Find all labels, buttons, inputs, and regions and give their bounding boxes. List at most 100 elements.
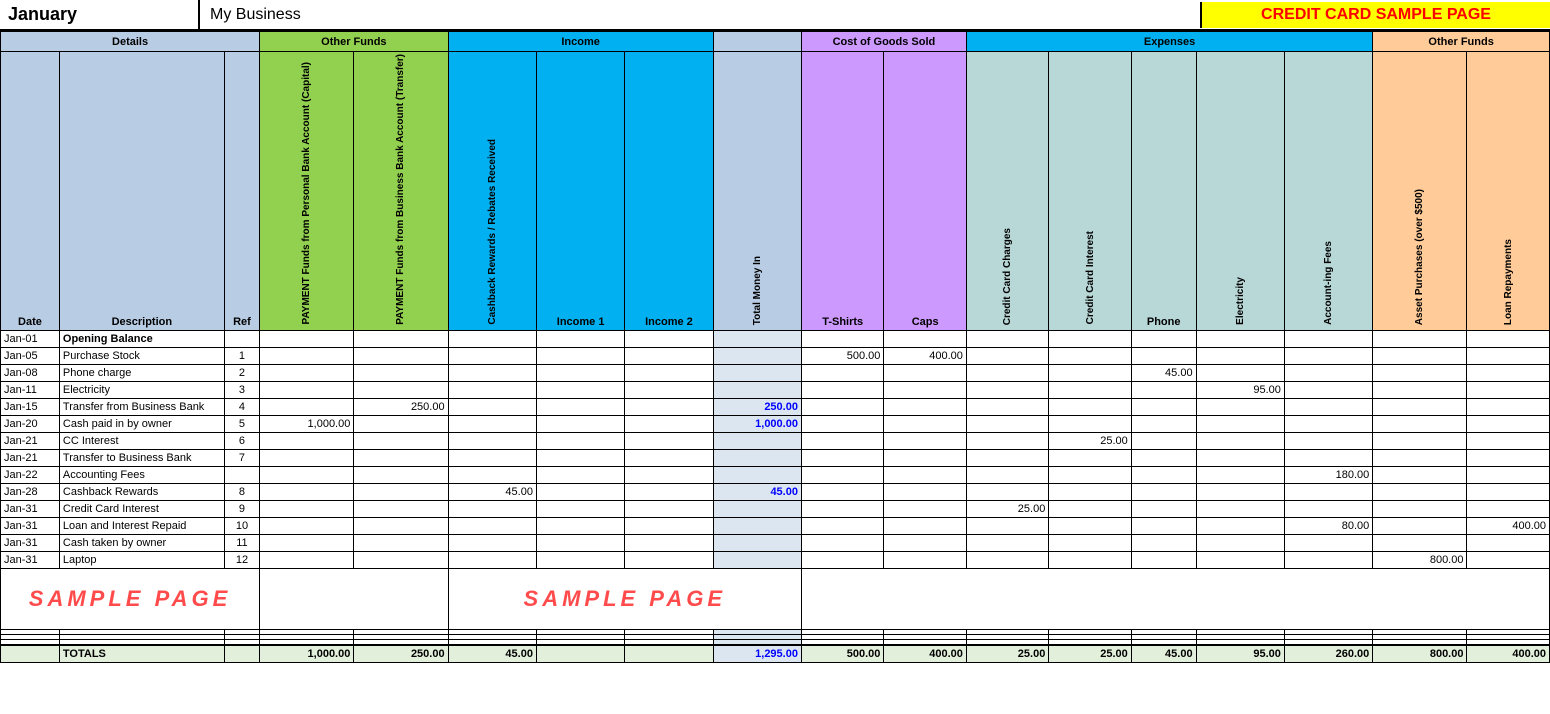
- col-header-accounting: Account-ing Fees: [1284, 52, 1372, 331]
- col-header-cc-interest: Credit Card Interest: [1049, 52, 1131, 331]
- cell-total-money: [713, 364, 801, 381]
- cell-pay-personal: [260, 364, 354, 381]
- cell-electricity: [1196, 534, 1284, 551]
- cell-date: Jan-08: [1, 364, 60, 381]
- cell-ref: 5: [224, 415, 259, 432]
- cell-inc1: [536, 330, 624, 347]
- table-row: Jan-22Accounting Fees180.00: [1, 466, 1550, 483]
- month-label: January: [0, 0, 200, 29]
- cell-cc-charges: [966, 449, 1048, 466]
- totals-cell-13: 45.00: [1131, 645, 1196, 663]
- cell-cc-interest: [1049, 449, 1131, 466]
- cell-electricity: [1196, 398, 1284, 415]
- cell-asset: [1373, 381, 1467, 398]
- cell-cc-charges: [966, 381, 1048, 398]
- cell-cashback: 45.00: [448, 483, 536, 500]
- sample-watermark-center: SAMPLE PAGE: [452, 571, 798, 627]
- cell-pay-business: [354, 466, 448, 483]
- cell-accounting: [1284, 432, 1372, 449]
- cell-ref: 11: [224, 534, 259, 551]
- cell-accounting: [1284, 500, 1372, 517]
- cell-inc2: [625, 398, 713, 415]
- cell-caps: [884, 466, 966, 483]
- cell-ref: [224, 466, 259, 483]
- cell-cc-interest: [1049, 364, 1131, 381]
- cell-cashback: [448, 517, 536, 534]
- cell-inc1: [536, 466, 624, 483]
- cell-tshirts: [801, 449, 883, 466]
- cell-date: Jan-05: [1, 347, 60, 364]
- cell-asset: [1373, 415, 1467, 432]
- cell-tshirts: 500.00: [801, 347, 883, 364]
- cell-ref: 12: [224, 551, 259, 568]
- cell-accounting: [1284, 415, 1372, 432]
- section-details: Details: [1, 32, 260, 52]
- cell-caps: [884, 364, 966, 381]
- cell-accounting: 80.00: [1284, 517, 1372, 534]
- cell-cc-interest: [1049, 517, 1131, 534]
- cell-total-money: [713, 517, 801, 534]
- section-income: Income: [448, 32, 713, 52]
- cell-date: Jan-31: [1, 500, 60, 517]
- section-other-funds: Other Funds: [260, 32, 448, 52]
- cell-pay-business: [354, 415, 448, 432]
- cell-inc2: [625, 330, 713, 347]
- cell-ref: 4: [224, 398, 259, 415]
- cell-inc1: [536, 483, 624, 500]
- cell-pay-personal: [260, 500, 354, 517]
- cell-pay-business: [354, 517, 448, 534]
- cell-desc: Cashback Rewards: [59, 483, 224, 500]
- cell-asset: [1373, 466, 1467, 483]
- cell-date: Jan-20: [1, 415, 60, 432]
- cell-accounting: [1284, 364, 1372, 381]
- cell-total-money: [713, 330, 801, 347]
- cell-pay-personal: [260, 483, 354, 500]
- cell-date: Jan-31: [1, 517, 60, 534]
- cell-tshirts: [801, 500, 883, 517]
- cell-loan: [1467, 398, 1550, 415]
- col-header-pay-personal: PAYMENT Funds from Personal Bank Account…: [260, 52, 354, 331]
- totals-cell-15: 260.00: [1284, 645, 1372, 663]
- cell-date: Jan-31: [1, 551, 60, 568]
- totals-cell-11: 25.00: [966, 645, 1048, 663]
- totals-cell-14: 95.00: [1196, 645, 1284, 663]
- cell-caps: 400.00: [884, 347, 966, 364]
- cell-inc2: [625, 551, 713, 568]
- cell-pay-personal: [260, 432, 354, 449]
- cell-tshirts: [801, 534, 883, 551]
- cell-pay-business: [354, 449, 448, 466]
- cell-electricity: [1196, 364, 1284, 381]
- cell-loan: [1467, 466, 1550, 483]
- cell-accounting: [1284, 381, 1372, 398]
- section-expenses: Expenses: [966, 32, 1372, 52]
- cell-ref: 10: [224, 517, 259, 534]
- cell-phone: [1131, 415, 1196, 432]
- table-row: Jan-20Cash paid in by owner51,000.001,00…: [1, 415, 1550, 432]
- cell-phone: [1131, 517, 1196, 534]
- table-row: Jan-01Opening Balance: [1, 330, 1550, 347]
- cell-caps: [884, 449, 966, 466]
- cell-cc-charges: [966, 466, 1048, 483]
- cell-loan: [1467, 449, 1550, 466]
- cell-cashback: [448, 449, 536, 466]
- cell-inc1: [536, 534, 624, 551]
- section-other-funds2: Other Funds: [1373, 32, 1550, 52]
- section-header-row: Details Other Funds Income Cost of Goods…: [1, 32, 1550, 52]
- cell-cc-interest: [1049, 483, 1131, 500]
- cell-pay-business: [354, 347, 448, 364]
- col-header-desc: Description: [59, 52, 224, 331]
- business-label: My Business: [200, 2, 1200, 28]
- totals-cell-1: TOTALS: [59, 645, 224, 663]
- cell-total-money: [713, 466, 801, 483]
- cell-pay-business: [354, 483, 448, 500]
- totals-cell-10: 400.00: [884, 645, 966, 663]
- cell-desc: Phone charge: [59, 364, 224, 381]
- cell-asset: [1373, 347, 1467, 364]
- totals-row: TOTALS1,000.00250.0045.001,295.00500.004…: [1, 645, 1550, 663]
- cell-inc1: [536, 551, 624, 568]
- col-header-income2: Income 2: [625, 52, 713, 331]
- cell-cc-charges: 25.00: [966, 500, 1048, 517]
- cell-total-money: 250.00: [713, 398, 801, 415]
- cell-total-money: 1,000.00: [713, 415, 801, 432]
- cell-pay-personal: [260, 398, 354, 415]
